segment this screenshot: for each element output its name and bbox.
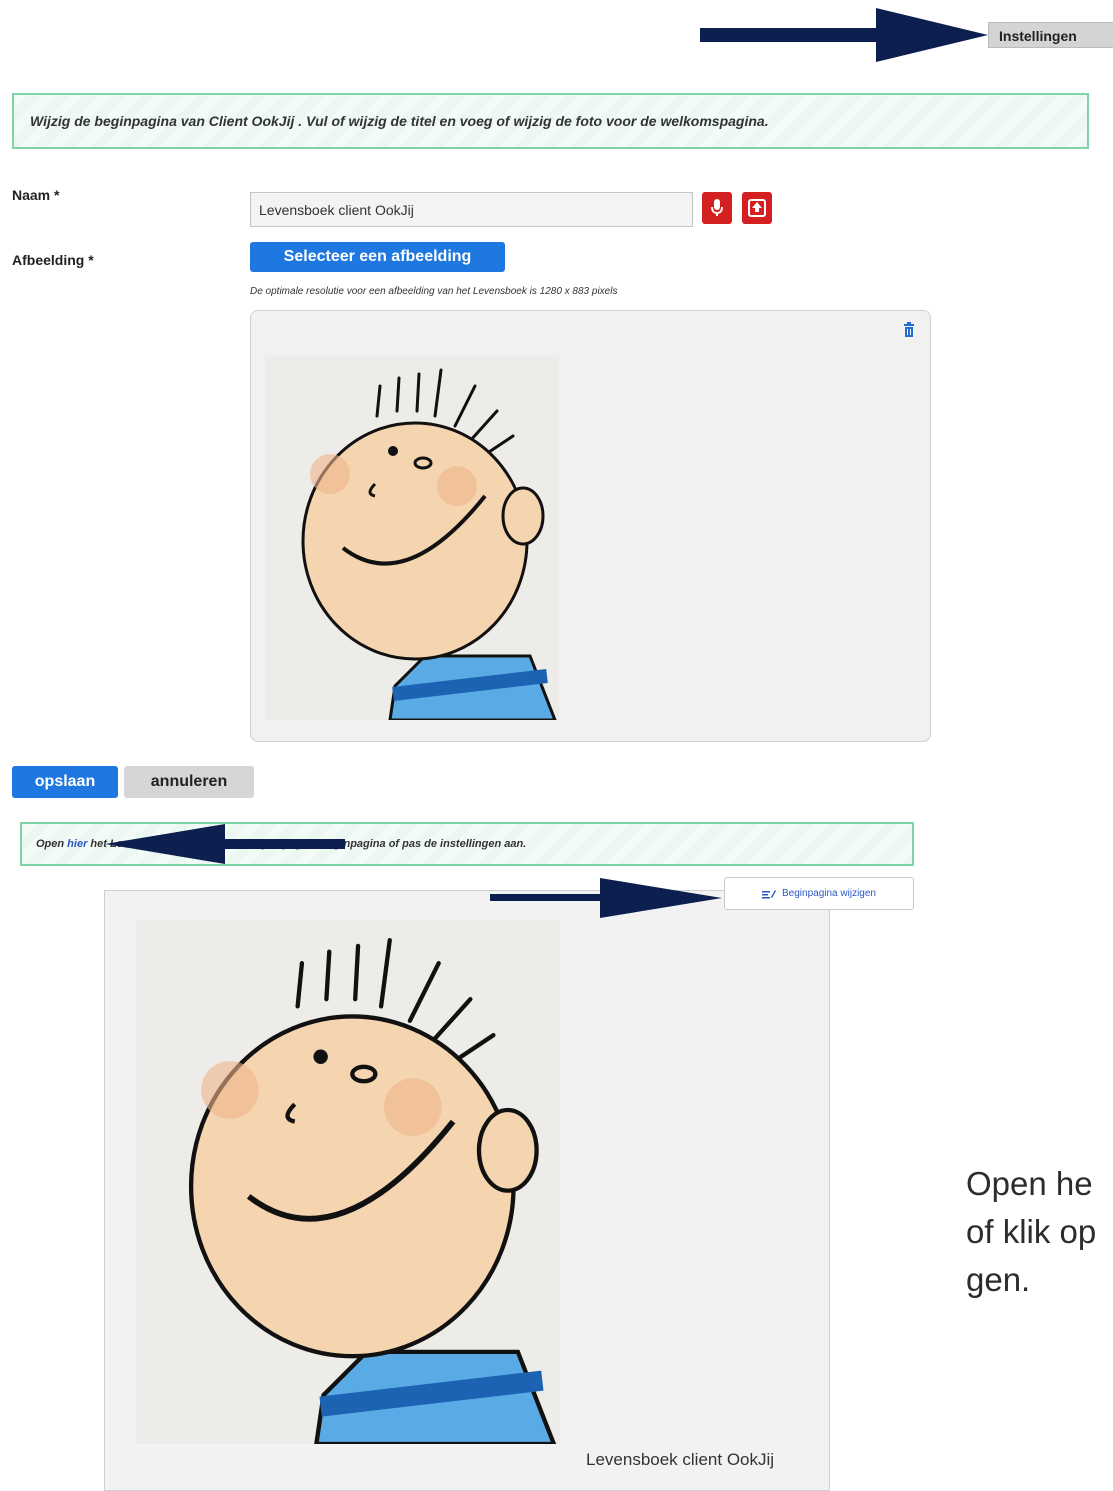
- image-label: Afbeelding *: [12, 252, 94, 268]
- edit-icon: [762, 889, 777, 898]
- upload-button[interactable]: [742, 192, 772, 224]
- here-link[interactable]: hier: [67, 838, 87, 850]
- home-image: [136, 920, 560, 1444]
- arrow-icon: [105, 824, 345, 864]
- name-input[interactable]: [250, 192, 693, 227]
- arrow-icon: [700, 8, 988, 62]
- microphone-icon: [711, 199, 723, 216]
- preview-image: [265, 356, 559, 720]
- cancel-button[interactable]: annuleren: [124, 766, 254, 798]
- save-button[interactable]: opslaan: [12, 766, 118, 798]
- resolution-hint: De optimale resolutie voor een afbeeldin…: [250, 286, 618, 297]
- info-banner-bottom-prefix: Open: [36, 838, 68, 850]
- select-image-button[interactable]: Selecteer een afbeelding: [250, 242, 505, 272]
- arrow-icon: [490, 878, 722, 918]
- info-banner-text: Wijzig de beginpagina van Client OokJij …: [30, 113, 769, 129]
- edit-home-button[interactable]: Beginpagina wijzigen: [724, 877, 914, 910]
- info-banner: Wijzig de beginpagina van Client OokJij …: [12, 93, 1089, 149]
- side-instruction-text: Open he of klik op gen.: [966, 1165, 1097, 1298]
- name-label: Naam *: [12, 187, 60, 203]
- microphone-button[interactable]: [702, 192, 732, 224]
- edit-home-label: Beginpagina wijzigen: [782, 888, 876, 899]
- settings-button[interactable]: Instellingen: [988, 22, 1113, 48]
- upload-icon: [748, 199, 766, 217]
- trash-icon[interactable]: [903, 322, 915, 338]
- home-caption: Levensboek client OokJij: [586, 1450, 775, 1469]
